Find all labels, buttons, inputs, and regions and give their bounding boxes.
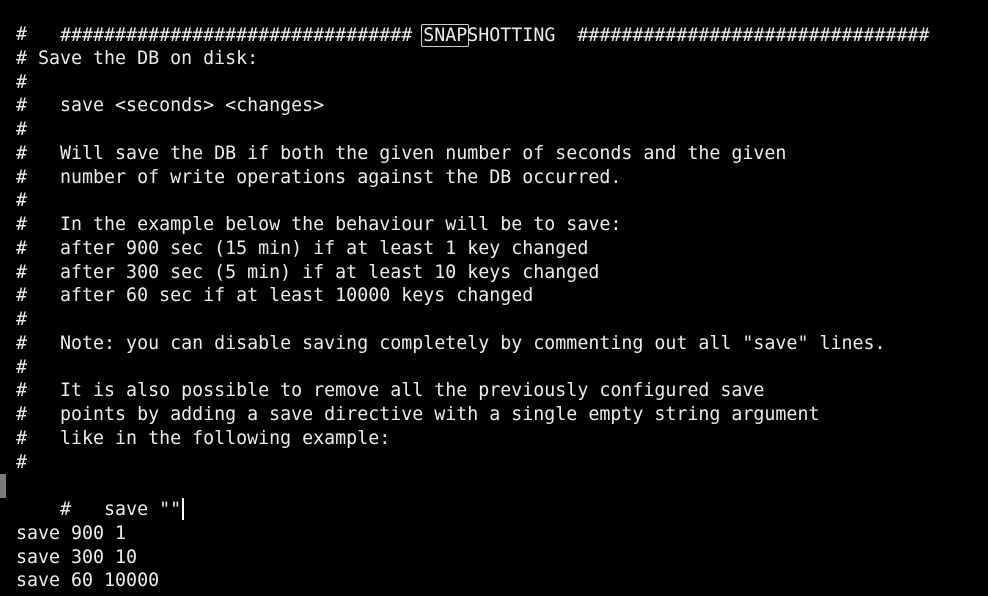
editor-line[interactable]: save 900 1 xyxy=(16,522,126,546)
editor-line[interactable]: # Save the DB on disk: xyxy=(16,47,258,71)
text-editor[interactable]: ################################ SNAPSHO… xyxy=(0,0,988,596)
editor-line[interactable]: # xyxy=(16,189,27,213)
editor-line[interactable]: # xyxy=(16,451,27,475)
editor-line[interactable]: # after 900 sec (15 min) if at least 1 k… xyxy=(16,237,588,261)
current-line-marker xyxy=(0,474,6,498)
editor-line[interactable]: # points by adding a save directive with… xyxy=(16,403,819,427)
editor-line[interactable]: # like in the following example: xyxy=(16,427,390,451)
editor-line[interactable]: # after 60 sec if at least 10000 keys ch… xyxy=(16,284,533,308)
editor-line[interactable]: # xyxy=(16,23,27,47)
editor-line[interactable]: # It is also possible to remove all the … xyxy=(16,379,764,403)
header-hashes-left: ################################ xyxy=(60,25,424,46)
editor-line[interactable]: # xyxy=(16,356,27,380)
editor-line[interactable]: # save <seconds> <changes> xyxy=(16,94,324,118)
editor-line[interactable]: # Note: you can disable saving completel… xyxy=(16,332,886,356)
section-header-line[interactable]: ################################ SNAPSHO… xyxy=(16,0,930,47)
current-line-text: # save "" xyxy=(60,499,182,520)
editor-line[interactable]: # after 300 sec (5 min) if at least 10 k… xyxy=(16,261,599,285)
editor-line[interactable]: # xyxy=(16,308,27,332)
editor-line[interactable]: save 300 10 xyxy=(16,546,137,570)
editor-line[interactable]: # number of write operations against the… xyxy=(16,166,621,190)
editor-line[interactable]: # xyxy=(16,71,27,95)
editor-line[interactable]: # In the example below the behaviour wil… xyxy=(16,213,621,237)
search-match-highlight: SNAP xyxy=(421,24,470,47)
editor-line[interactable]: save 60 10000 xyxy=(16,569,159,593)
header-rest: SHOTTING ###############################… xyxy=(467,25,930,46)
editor-line[interactable]: # xyxy=(16,118,27,142)
editor-line[interactable]: # Will save the DB if both the given num… xyxy=(16,142,786,166)
current-editor-line[interactable]: # save "" xyxy=(16,474,185,520)
text-cursor xyxy=(182,498,185,520)
